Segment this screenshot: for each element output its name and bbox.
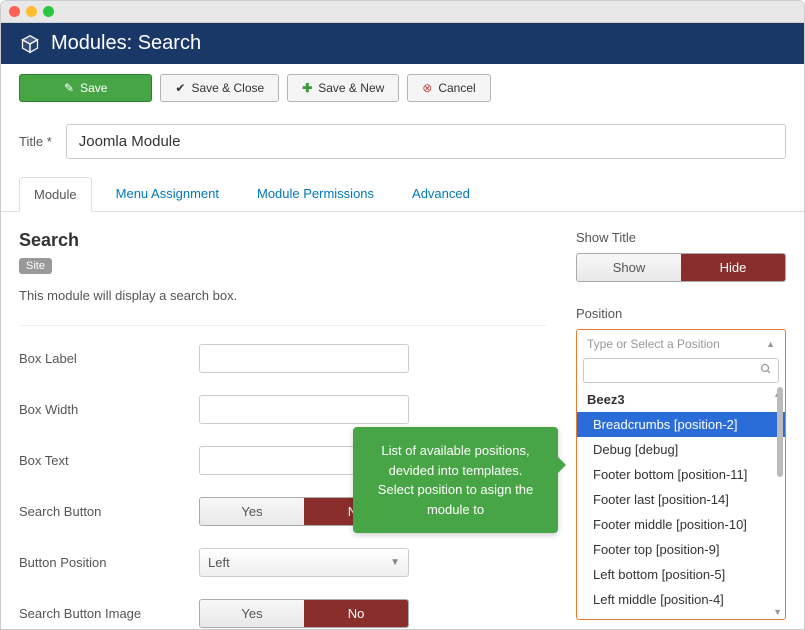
search-button-image-toggle[interactable]: Yes No <box>199 599 409 628</box>
search-button-label: Search Button <box>19 504 199 519</box>
page-header: Modules: Search <box>1 23 804 64</box>
check-icon: ✔ <box>175 81 185 95</box>
position-item[interactable]: Footer top [position-9] <box>577 537 785 562</box>
position-item[interactable]: Debug [debug] <box>577 437 785 462</box>
scrollbar[interactable] <box>777 387 783 619</box>
save-new-button[interactable]: ✚ Save & New <box>287 74 399 102</box>
tab-module-permissions[interactable]: Module Permissions <box>243 177 388 211</box>
position-selected[interactable]: Type or Select a Position ▲ <box>577 330 785 358</box>
position-item[interactable]: Footer last [position-14] <box>577 487 785 512</box>
tab-menu-assignment[interactable]: Menu Assignment <box>102 177 233 211</box>
separator <box>19 325 546 326</box>
chevron-up-icon: ▲ <box>766 339 775 349</box>
tab-module[interactable]: Module <box>19 177 92 212</box>
position-item[interactable]: Breadcrumbs [position-2] <box>577 412 785 437</box>
cancel-icon: ⊗ <box>422 81 432 95</box>
button-position-select[interactable]: Left ▼ <box>199 548 409 577</box>
position-label: Position <box>576 306 786 321</box>
position-search[interactable] <box>583 358 779 383</box>
module-cube-icon <box>19 33 41 55</box>
save-button[interactable]: ✎ Save <box>19 74 152 102</box>
tab-advanced[interactable]: Advanced <box>398 177 484 211</box>
cancel-button[interactable]: ⊗ Cancel <box>407 74 490 102</box>
show-title-show[interactable]: Show <box>577 254 681 281</box>
plus-icon: ✚ <box>302 81 312 95</box>
show-title-toggle[interactable]: Show Hide <box>576 253 786 282</box>
box-text-label: Box Text <box>19 453 199 468</box>
position-item[interactable]: Footer bottom [position-11] <box>577 462 785 487</box>
show-title-hide[interactable]: Hide <box>681 254 785 281</box>
position-list: Beez3 Breadcrumbs [position-2] Debug [de… <box>577 387 785 619</box>
position-item[interactable]: Left top [position-7] <box>577 612 785 619</box>
position-item[interactable]: Left bottom [position-5] <box>577 562 785 587</box>
tabs: Module Menu Assignment Module Permission… <box>1 177 804 212</box>
search-icon <box>760 363 772 378</box>
box-width-input[interactable] <box>199 395 409 424</box>
box-width-label: Box Width <box>19 402 199 417</box>
position-dropdown[interactable]: Type or Select a Position ▲ Beez3 Breadc… <box>576 329 786 620</box>
position-item[interactable]: Footer middle [position-10] <box>577 512 785 537</box>
site-badge: Site <box>19 258 52 274</box>
window-titlebar <box>1 1 804 23</box>
window-close-icon[interactable] <box>9 6 20 17</box>
help-tooltip: List of available positions, devided int… <box>353 427 558 533</box>
check-icon: ✎ <box>64 81 74 95</box>
box-label-input[interactable] <box>199 344 409 373</box>
search-button-image-label: Search Button Image <box>19 606 199 621</box>
window-minimize-icon[interactable] <box>26 6 37 17</box>
save-close-button[interactable]: ✔ Save & Close <box>160 74 279 102</box>
position-item[interactable]: Left middle [position-4] <box>577 587 785 612</box>
page-title: Modules: Search <box>51 32 201 55</box>
title-input[interactable] <box>66 124 786 159</box>
search-button-image-no[interactable]: No <box>304 600 408 627</box>
box-label-label: Box Label <box>19 351 199 366</box>
position-search-input[interactable] <box>590 364 760 378</box>
module-name: Search <box>19 230 546 251</box>
search-button-yes[interactable]: Yes <box>200 498 304 525</box>
button-position-label: Button Position <box>19 555 199 570</box>
position-group: Beez3 <box>577 387 785 412</box>
window-maximize-icon[interactable] <box>43 6 54 17</box>
title-label: Title * <box>19 134 52 149</box>
toolbar: ✎ Save ✔ Save & Close ✚ Save & New ⊗ Can… <box>1 64 804 112</box>
scrollbar-thumb[interactable] <box>777 387 783 477</box>
module-description: This module will display a search box. <box>19 288 546 303</box>
chevron-down-icon: ▼ <box>390 557 400 568</box>
show-title-label: Show Title <box>576 230 786 245</box>
search-button-image-yes[interactable]: Yes <box>200 600 304 627</box>
